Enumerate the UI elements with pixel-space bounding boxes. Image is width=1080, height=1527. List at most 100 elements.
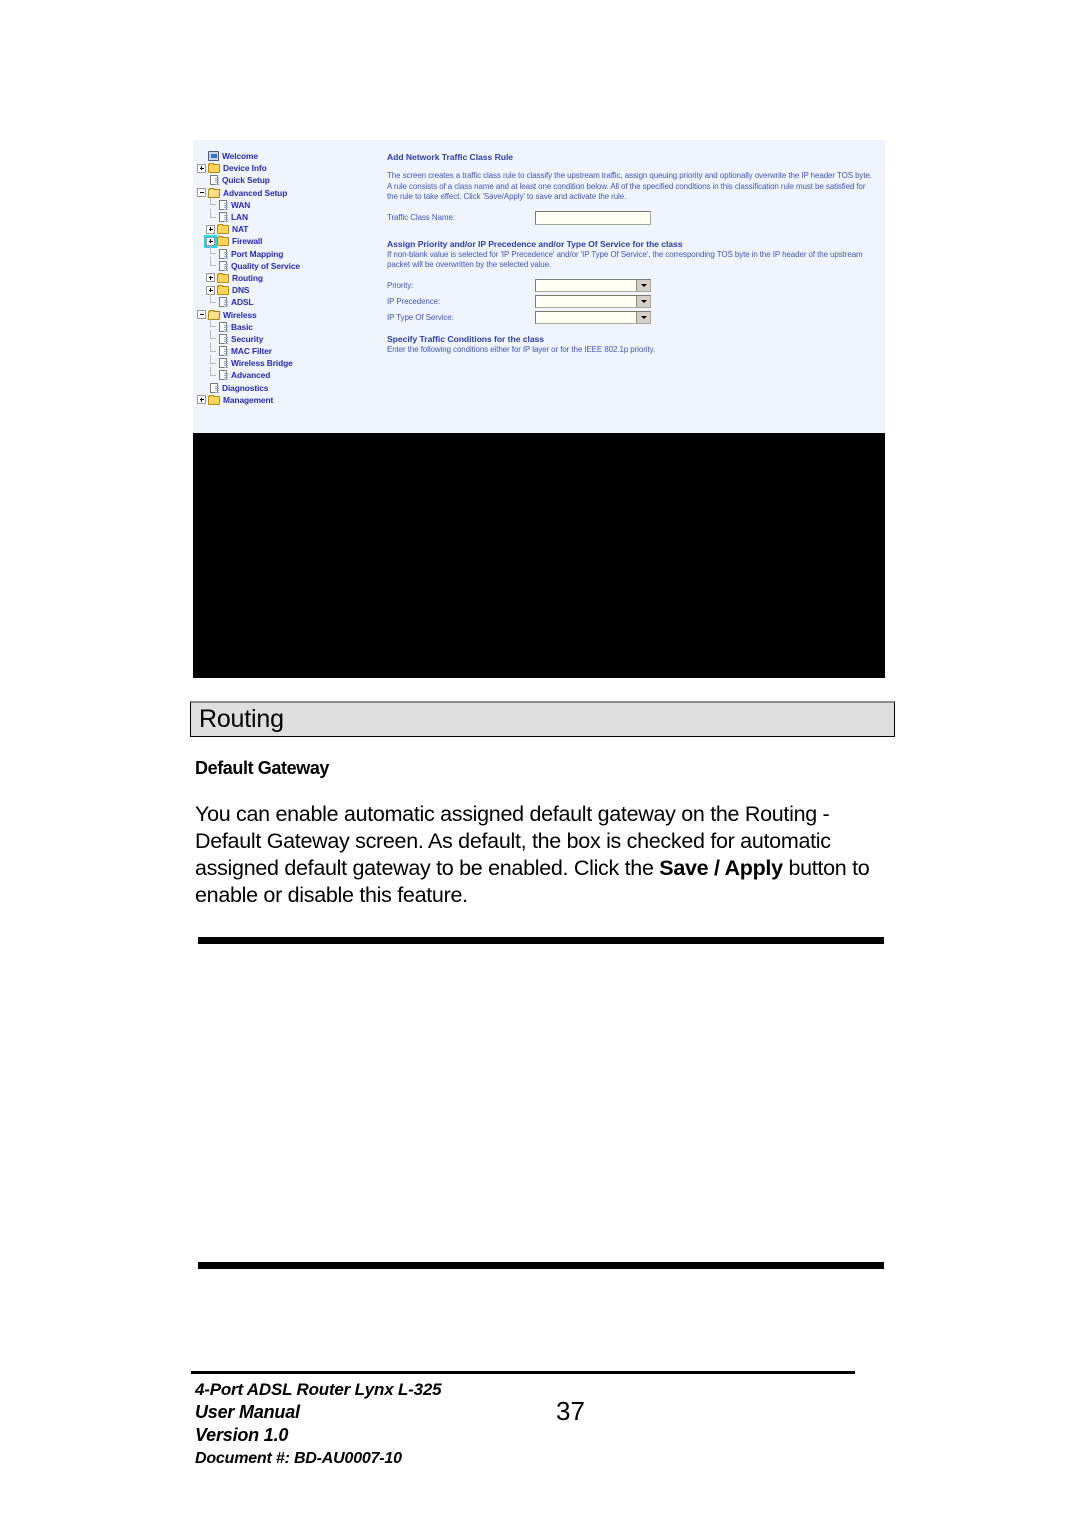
footer-doc-type: User Manual <box>195 1402 300 1422</box>
chevron-down-icon[interactable] <box>636 295 650 307</box>
tree-item-lan[interactable]: LAN <box>197 208 379 223</box>
page-icon <box>219 321 228 332</box>
tree-connector <box>197 176 208 185</box>
tree-item-management[interactable]: Management <box>197 394 379 406</box>
ip-precedence-label: IP Precedence: <box>387 296 441 306</box>
tree-connector <box>206 330 217 343</box>
tree-item-label: Management <box>223 394 274 405</box>
chevron-down-icon[interactable] <box>636 311 650 323</box>
footer-product-name: 4-Port ADSL Router Lynx L-325 <box>195 1380 442 1399</box>
page-icon <box>219 358 228 369</box>
tree-item-wireless-bridge[interactable]: Wireless Bridge <box>197 354 379 369</box>
chevron-down-icon[interactable] <box>636 279 650 291</box>
priority-label: Priority: <box>387 280 414 290</box>
tree-item-label: Wireless Bridge <box>231 358 293 369</box>
page-icon <box>219 297 228 308</box>
ip-precedence-row: IP Precedence: <box>387 294 873 308</box>
tree-item-label: Firewall <box>232 236 263 247</box>
tree-item-quick-setup[interactable]: Quick Setup <box>197 174 379 186</box>
tree-connector <box>206 318 217 331</box>
tree-connector <box>206 366 217 380</box>
page-icon <box>210 382 219 393</box>
page-icon <box>219 199 228 210</box>
tree-item-welcome[interactable]: Welcome <box>197 150 379 162</box>
collapse-icon[interactable] <box>197 310 206 320</box>
tree-item-nat[interactable]: NAT <box>197 223 379 235</box>
ip-type-of-service-select[interactable] <box>535 310 651 324</box>
expand-icon[interactable] <box>206 273 215 283</box>
traffic-class-name-input[interactable] <box>535 210 651 225</box>
page-icon <box>219 248 228 259</box>
tree-item-quality-of-service[interactable]: Quality of Service <box>197 257 379 272</box>
ip-type-of-service-row: IP Type Of Service: <box>387 310 873 324</box>
tree-item-label: Advanced Setup <box>223 187 288 198</box>
tree-connector <box>206 196 217 209</box>
page-number: 37 <box>556 1396 585 1426</box>
tree-item-basic[interactable]: Basic <box>197 318 379 333</box>
tree-item-label: LAN <box>231 212 248 223</box>
collapse-icon[interactable] <box>197 188 206 198</box>
page-title: Add Network Traffic Class Rule <box>387 152 514 162</box>
expand-icon[interactable] <box>206 224 215 234</box>
tree-item-advanced-setup[interactable]: Advanced Setup <box>197 187 379 199</box>
page-icon <box>219 212 228 223</box>
save-apply-emphasis: Save / Apply <box>659 856 783 880</box>
tree-item-label: Security <box>231 333 264 344</box>
folder-icon <box>217 236 229 247</box>
page-icon <box>210 175 219 186</box>
tree-item-label: Welcome <box>222 151 258 162</box>
tree-item-label: Wireless <box>223 309 257 320</box>
footer-divider <box>191 1371 855 1374</box>
tree-item-security[interactable]: Security <box>197 330 379 345</box>
horizontal-rule-top <box>198 937 884 944</box>
tree-item-adsl[interactable]: ADSL <box>197 293 379 308</box>
tree-item-routing[interactable]: Routing <box>197 272 379 284</box>
body-paragraph: You can enable automatic assigned defaul… <box>195 801 895 909</box>
tree-item-label: Routing <box>232 272 263 283</box>
tree-item-advanced[interactable]: Advanced <box>197 366 379 381</box>
tree-item-label: Quick Setup <box>222 175 270 186</box>
tree-item-label: DNS <box>232 285 250 296</box>
router-admin-page: Welcome Device Info Quick Setup Advanced Se… <box>193 140 885 433</box>
tree-item-wireless[interactable]: Wireless <box>197 308 379 320</box>
traffic-class-name-label: Traffic Class Name: <box>387 213 455 223</box>
footer-document-number: Document #: BD-AU0007-10 <box>195 1450 402 1467</box>
tree-item-firewall[interactable]: Firewall <box>197 234 379 248</box>
tree-item-device-info[interactable]: Device Info <box>197 162 379 174</box>
footer-version: Version 1.0 <box>195 1425 289 1445</box>
tree-item-port-mapping[interactable]: Port Mapping <box>197 245 379 260</box>
expand-icon[interactable] <box>197 395 206 405</box>
expand-icon[interactable] <box>197 163 206 173</box>
navigation-tree[interactable]: Welcome Device Info Quick Setup Advanced Se… <box>193 140 379 433</box>
redacted-screenshot-area <box>193 433 885 678</box>
router-web-ui-screenshot: Welcome Device Info Quick Setup Advanced Se… <box>193 140 885 678</box>
folder-icon <box>217 224 229 235</box>
footer: 4-Port ADSL Router Lynx L-325 User Manua… <box>195 1378 442 1470</box>
tree-item-label: MAC Filter <box>231 346 272 357</box>
page-icon <box>219 370 228 381</box>
tree-item-dns[interactable]: DNS <box>197 284 379 296</box>
page-icon <box>219 346 228 357</box>
ip-precedence-select[interactable] <box>535 294 651 308</box>
tree-connector <box>197 152 208 161</box>
tree-item-label: WAN <box>231 199 251 210</box>
tree-item-label: Port Mapping <box>231 248 284 259</box>
page-icon <box>219 333 228 344</box>
tree-item-label: Diagnostics <box>222 382 269 393</box>
tree-item-label: Device Info <box>223 163 267 174</box>
ip-type-of-service-label: IP Type Of Service: <box>387 312 454 322</box>
tree-item-mac-filter[interactable]: MAC Filter <box>197 342 379 357</box>
tree-item-label: Advanced <box>231 370 271 381</box>
section-heading-text: Routing <box>199 705 284 733</box>
tree-item-diagnostics[interactable]: Diagnostics <box>197 382 379 394</box>
tree-connector <box>206 245 217 258</box>
tree-connector <box>206 257 217 270</box>
tree-connector <box>206 342 217 356</box>
subsection-heading: Default Gateway <box>195 758 330 778</box>
traffic-class-name-row: Traffic Class Name: <box>387 210 873 225</box>
tree-connector <box>206 293 217 307</box>
priority-select[interactable] <box>535 278 651 292</box>
tree-item-wan[interactable]: WAN <box>197 196 379 211</box>
folder-icon <box>208 163 220 174</box>
traffic-conditions-heading: Specify Traffic Conditions for the class <box>387 333 545 344</box>
